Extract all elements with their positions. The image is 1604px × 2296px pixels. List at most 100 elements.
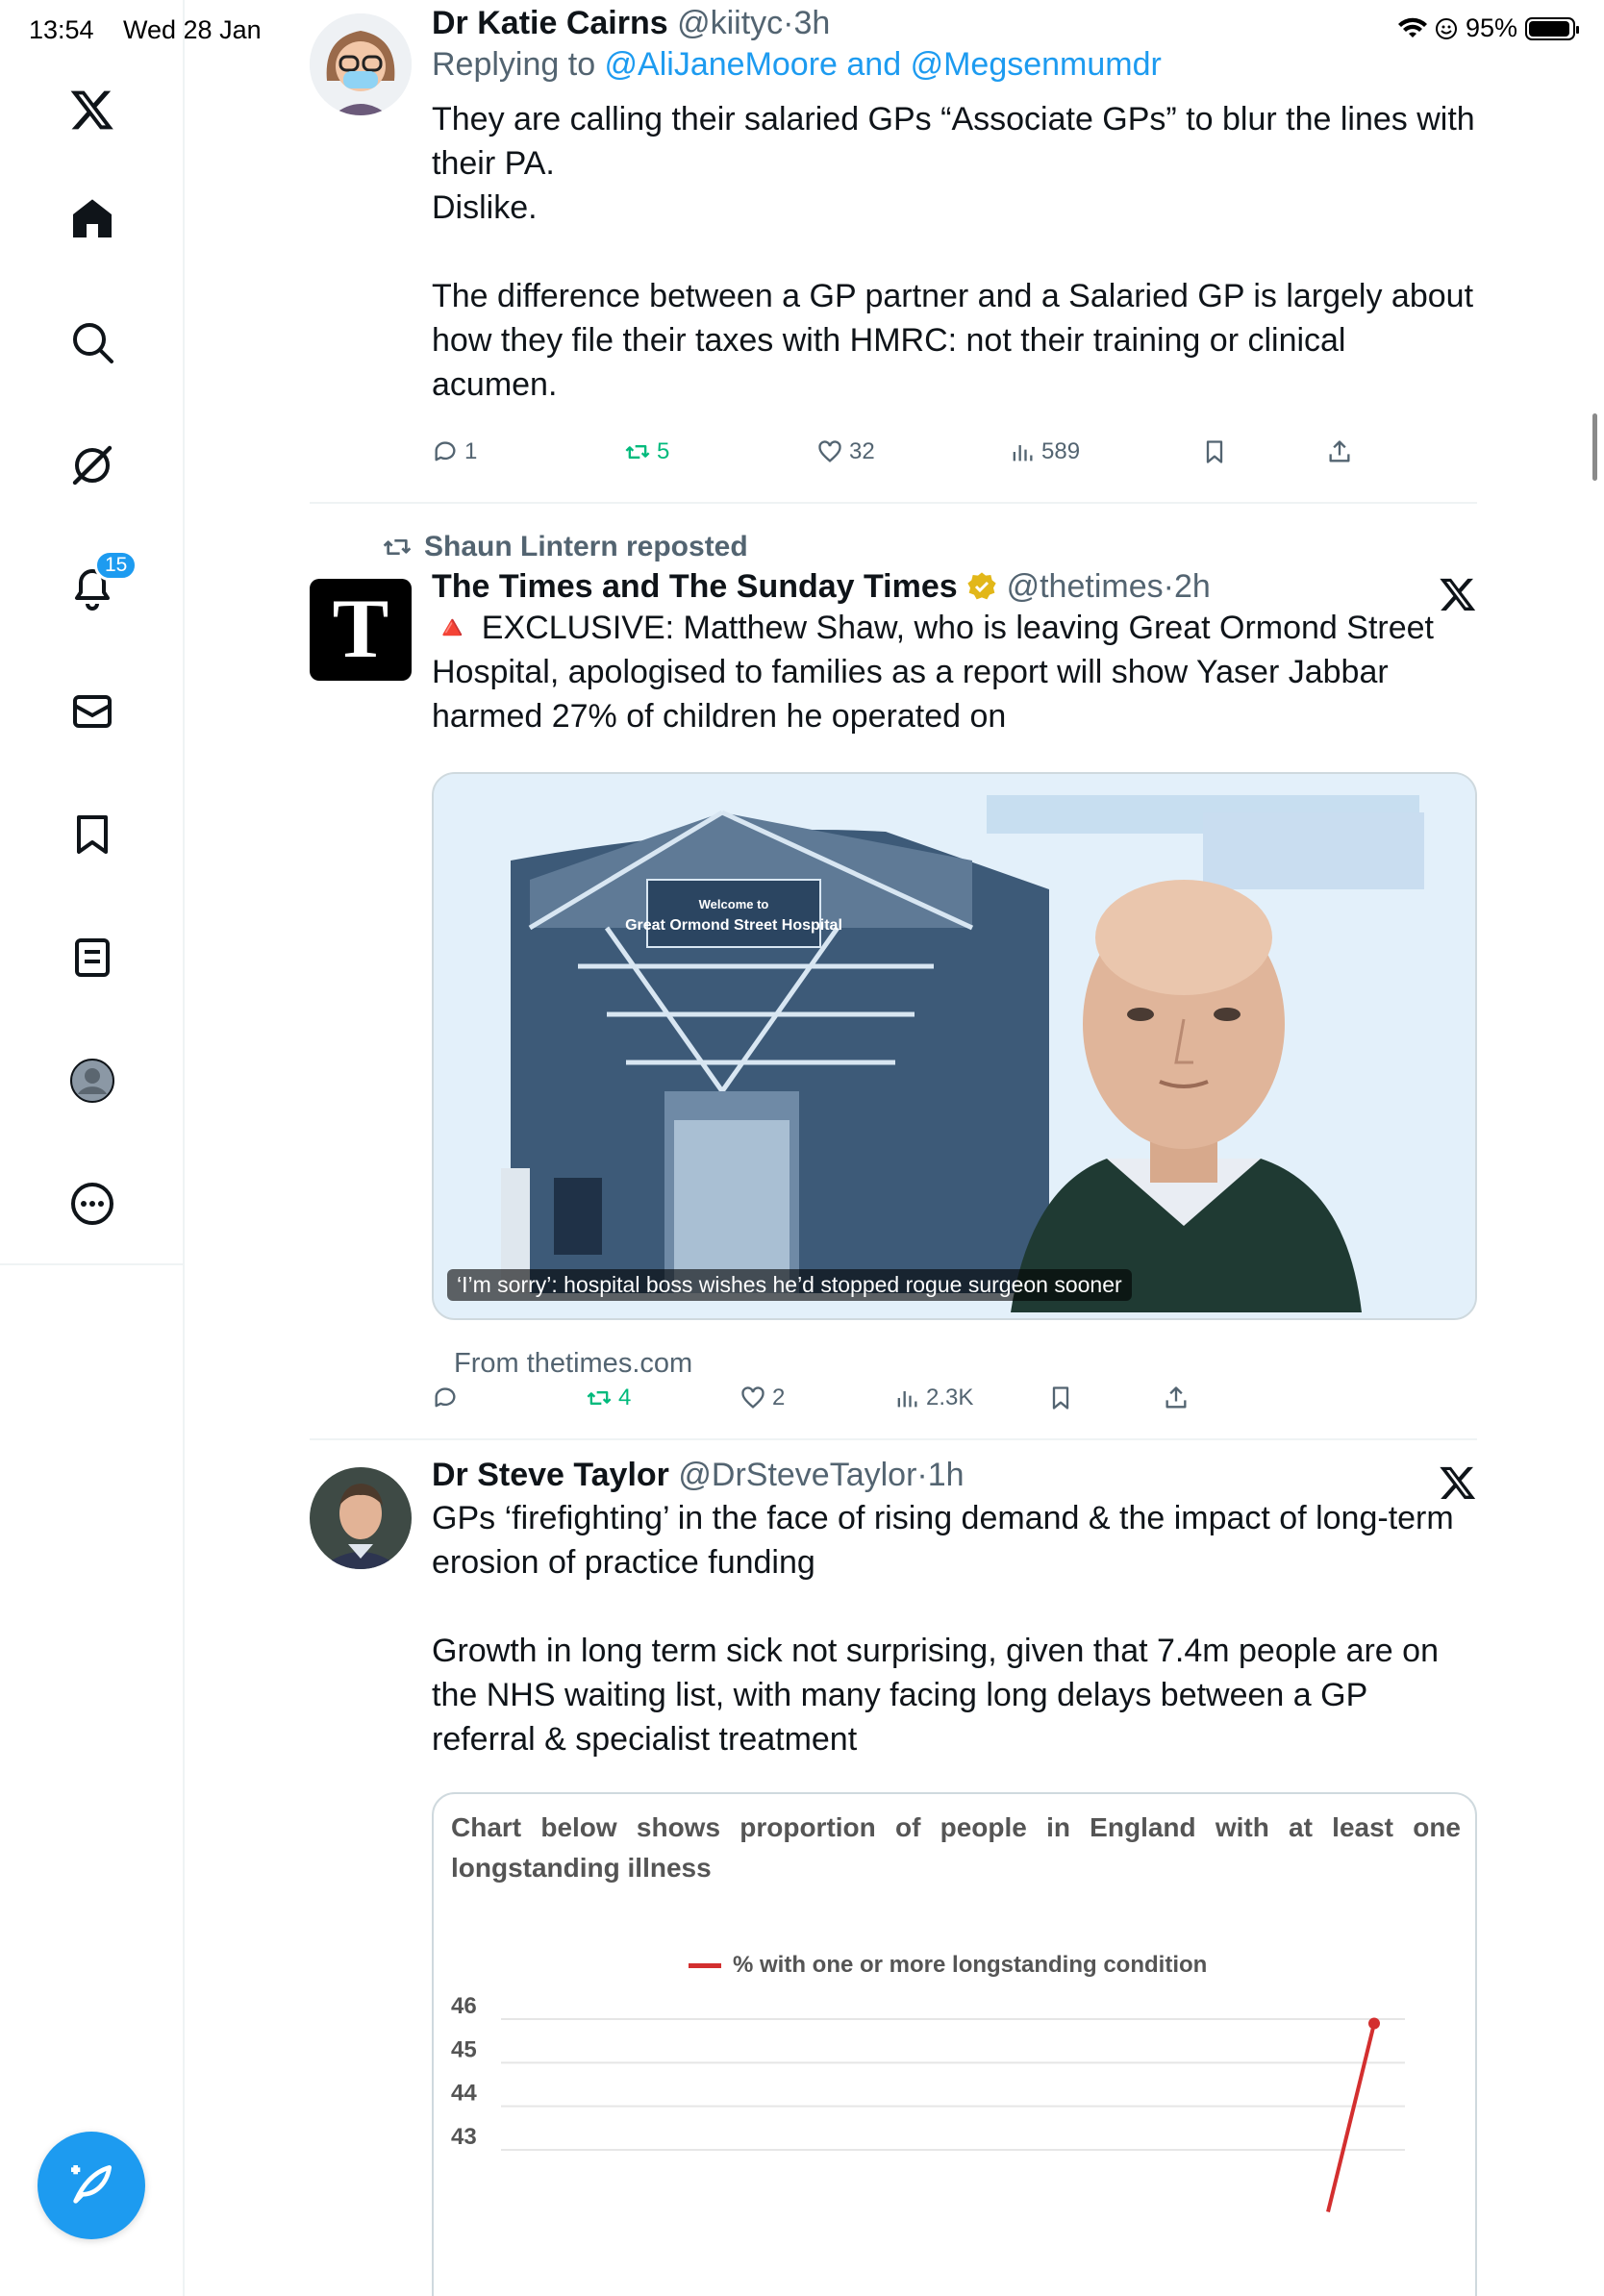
separator-dot: · [783, 5, 794, 41]
repost-button[interactable]: 5 [624, 438, 669, 465]
avatar-the-times[interactable]: T [310, 579, 412, 681]
media-sign-line2: Great Ormond Street Hospital [625, 917, 842, 934]
grok-icon[interactable] [58, 431, 127, 500]
author-handle[interactable]: @thetimes [1007, 568, 1164, 605]
replying-to: Replying to @AliJaneMoore and @Megsenmum… [432, 42, 1477, 87]
tweet-time[interactable]: 3h [794, 5, 831, 41]
times-logo-letter: T [332, 583, 389, 676]
notifications-icon[interactable]: 15 [58, 550, 138, 623]
lists-icon[interactable] [58, 923, 127, 992]
repost-button[interactable]: 4 [586, 1385, 631, 1411]
views-icon [1013, 445, 1033, 462]
share-button[interactable] [1326, 438, 1353, 465]
tweet-header: The Times and The Sunday Times @thetimes… [432, 567, 1477, 606]
tweet-steve-taylor[interactable]: Dr Steve Taylor @DrSteveTaylor·1h GPs ‘f… [310, 1440, 1477, 2296]
tweet-body: Dr Steve Taylor @DrSteveTaylor·1h GPs ‘f… [432, 1456, 1477, 1761]
bookmarks-icon[interactable] [58, 800, 127, 869]
series-line [1326, 2023, 1376, 2213]
messages-icon[interactable] [58, 677, 127, 746]
tweet-katie-cairns[interactable]: Dr Katie Cairns @kiityc·3h Replying to @… [310, 0, 1477, 504]
tweet-actions: 1 5 32 589 [432, 438, 1393, 477]
reply-button[interactable]: 1 [432, 438, 477, 465]
tweet-text: 🔺 EXCLUSIVE: Matthew Shaw, who is leavin… [432, 610, 1434, 735]
y-tick-label: 43 [451, 2124, 477, 2150]
views-button[interactable]: 589 [1009, 438, 1080, 465]
more-icon[interactable] [58, 1169, 127, 1238]
share-button[interactable] [1163, 1385, 1190, 1411]
like-count: 32 [849, 438, 875, 464]
bookmark-button[interactable] [1047, 1385, 1074, 1411]
tweet-header: Dr Katie Cairns @kiityc·3h [432, 4, 1477, 42]
tweet-text: GPs ‘firefighting’ in the face of rising… [432, 1500, 1454, 1758]
battery-fill [1529, 20, 1569, 37]
bookmark-icon [1206, 440, 1223, 463]
tweet-actions: 4 2 2.3K [432, 1385, 1393, 1423]
share-icon [1329, 440, 1350, 462]
reply-icon [435, 441, 456, 462]
x-logo-icon[interactable] [58, 75, 127, 144]
media-caption: ‘I’m sorry’: hospital boss wishes he’d s… [447, 1269, 1132, 1301]
sidebar: 15 [0, 0, 185, 2296]
separator-dot: · [1163, 568, 1174, 605]
author-handle[interactable]: @kiityc [677, 5, 783, 41]
sidebar-divider [0, 1263, 185, 1265]
y-tick-label: 44 [451, 2081, 477, 2107]
repost-icon [587, 1391, 612, 1405]
like-button[interactable]: 32 [816, 438, 875, 465]
views-button[interactable]: 2.3K [893, 1385, 973, 1411]
replying-to-link[interactable]: @AliJaneMoore and @Megsenmumdr [605, 46, 1162, 83]
home-icon[interactable] [58, 185, 127, 254]
battery-icon [1525, 16, 1579, 40]
repost-label-icon [383, 539, 412, 555]
repost-label[interactable]: Shaun Lintern reposted [382, 531, 748, 563]
link-source[interactable]: From thetimes.com [454, 1348, 692, 1380]
like-count: 2 [772, 1385, 786, 1410]
repost-icon [625, 445, 650, 459]
avatar-katie-cairns[interactable] [310, 13, 412, 115]
data-point [1368, 2017, 1380, 2030]
views-icon [897, 1391, 917, 1408]
media-sign-line1: Welcome to [699, 897, 769, 911]
notifications-badge: 15 [94, 550, 138, 581]
chart-card[interactable]: Chart below shows proportion of people i… [432, 1792, 1477, 2296]
bookmark-button[interactable] [1201, 438, 1228, 465]
author-name[interactable]: The Times and The Sunday Times [432, 568, 958, 605]
share-icon [1165, 1386, 1187, 1409]
tweet-text: They are calling their salaried GPs “Ass… [432, 101, 1475, 403]
verified-gold-icon [967, 572, 996, 600]
repost-count: 5 [657, 438, 670, 464]
views-count: 2.3K [926, 1385, 974, 1410]
like-icon [741, 1386, 764, 1409]
bookmark-icon [1052, 1386, 1069, 1410]
media-card[interactable]: Welcome to Great Ormond Street Hospital … [432, 772, 1477, 1320]
compose-post-button[interactable] [38, 2132, 145, 2239]
y-tick-label: 46 [451, 1993, 477, 2019]
tweet-time[interactable]: 1h [928, 1457, 965, 1493]
repost-label-text: Shaun Lintern reposted [424, 531, 748, 562]
author-handle[interactable]: @DrSteveTaylor [678, 1457, 916, 1493]
reply-button[interactable] [432, 1385, 464, 1411]
like-icon [818, 440, 841, 462]
separator-dot: · [916, 1457, 928, 1493]
repost-count: 4 [618, 1385, 632, 1410]
y-tick-label: 45 [451, 2036, 477, 2062]
author-name[interactable]: Dr Katie Cairns [432, 5, 668, 41]
replying-prefix: Replying to [432, 46, 605, 83]
tweet-header: Dr Steve Taylor @DrSteveTaylor·1h [432, 1456, 1477, 1494]
author-name[interactable]: Dr Steve Taylor [432, 1457, 669, 1493]
profile-avatar-icon[interactable] [58, 1046, 127, 1115]
reply-icon [435, 1387, 456, 1408]
reply-count: 1 [464, 438, 478, 464]
compose-feather-icon [71, 2165, 112, 2204]
tweet-body: Dr Katie Cairns @kiityc·3h Replying to @… [432, 4, 1477, 407]
chart-plot: 46 45 44 43 [451, 1993, 1405, 2213]
tweet-the-times[interactable]: Shaun Lintern reposted T The Times and T… [310, 504, 1477, 1440]
tweet-body: The Times and The Sunday Times @thetimes… [432, 567, 1477, 738]
media-image: Welcome to Great Ormond Street Hospital [434, 774, 1475, 1318]
search-icon[interactable] [58, 308, 127, 377]
like-button[interactable]: 2 [739, 1385, 785, 1411]
views-count: 589 [1041, 438, 1081, 464]
tweet-time[interactable]: 2h [1174, 568, 1211, 605]
avatar-steve-taylor[interactable] [310, 1467, 412, 1569]
scrollbar[interactable] [1592, 413, 1597, 481]
